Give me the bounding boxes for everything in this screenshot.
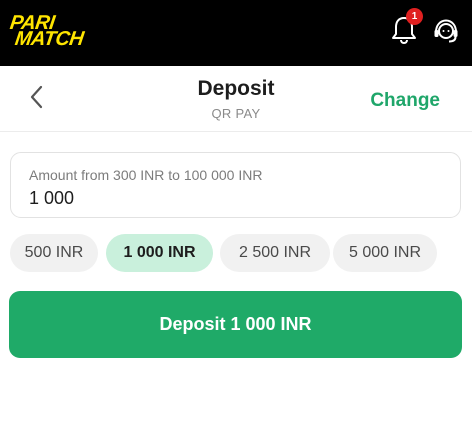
top-bar: PARI MATCH 1 <box>0 0 472 66</box>
quick-amount-5000[interactable]: 5 000 INR <box>333 234 437 272</box>
quick-amount-1000[interactable]: 1 000 INR <box>106 234 213 272</box>
deposit-button[interactable]: Deposit 1 000 INR <box>9 291 462 358</box>
quick-amount-500[interactable]: 500 INR <box>10 234 98 272</box>
headset-icon[interactable] <box>432 17 460 45</box>
amount-range-label: Amount from 300 INR to 100 000 INR <box>29 167 263 183</box>
change-method-button[interactable]: Change <box>370 90 440 112</box>
parimatch-logo[interactable]: PARI MATCH <box>9 12 110 50</box>
page-header: Deposit QR PAY Change <box>0 66 472 132</box>
quick-amount-2500[interactable]: 2 500 INR <box>220 234 330 272</box>
amount-field[interactable]: Amount from 300 INR to 100 000 INR <box>10 152 461 218</box>
notification-count-badge: 1 <box>406 8 423 25</box>
logo-text-line2: MATCH <box>13 28 85 50</box>
quick-amount-chips: 500 INR 1 000 INR 2 500 INR 5 000 INR <box>10 234 462 272</box>
amount-input[interactable] <box>29 188 429 209</box>
